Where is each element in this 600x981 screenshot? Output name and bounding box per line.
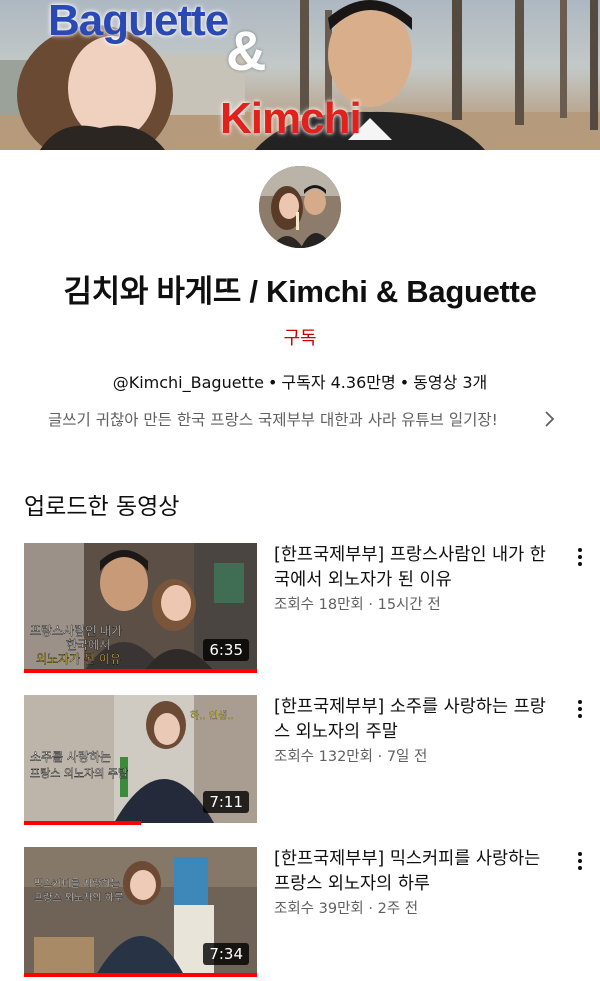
thumbnail-caption-2: 프랑스 외노자의 하루	[34, 891, 123, 904]
channel-avatar[interactable]	[259, 166, 341, 248]
watch-progress-bar	[24, 821, 141, 825]
more-vert-icon[interactable]	[568, 849, 592, 873]
subscriber-count: 구독자 4.36만명	[281, 373, 396, 392]
channel-description[interactable]: 글쓰기 귀찮아 만든 한국 프랑스 국제부부 대한과 사라 유튜브 일기장!	[48, 404, 568, 434]
channel-name: 김치와 바게뜨 / Kimchi & Baguette	[63, 274, 537, 309]
watch-progress-bar	[24, 973, 257, 977]
more-vert-icon[interactable]	[568, 545, 592, 569]
video-duration: 7:11	[203, 791, 249, 813]
channel-meta: @Kimchi_Baguette • 구독자 4.36만명 • 동영상 3개	[0, 369, 600, 393]
video-count: 동영상 3개	[413, 373, 488, 392]
avatar-image	[259, 166, 341, 248]
thumbnail-caption-3: 외노자가 된 이유	[36, 652, 121, 666]
thumbnail-caption-3: 하.. 인생..	[190, 709, 234, 722]
view-count: 조회수 18만회	[274, 597, 364, 613]
video-thumbnail[interactable]: 소주를 사랑하는 프랑스 외노자의 주말 하.. 인생.. 7:11	[24, 695, 257, 823]
channel-banner: Baguette & Kimchi	[0, 0, 600, 150]
video-title[interactable]: [한프국제부부] 믹스커피를 사랑하는 프랑스 외노자의 하루	[274, 847, 560, 897]
description-text: 글쓰기 귀찮아 만든 한국 프랑스 국제부부 대한과 사라 유튜브 일기장!	[48, 411, 498, 429]
watch-progress-bar	[24, 669, 257, 673]
chevron-right-icon	[545, 411, 555, 427]
video-thumbnail[interactable]: 믹스커피를 사랑하는 프랑스 외노자의 하루 7:34	[24, 847, 257, 975]
video-thumbnail[interactable]: 프랑스사람인 내가 한국에서 외노자가 된 이유 6:35	[24, 543, 257, 671]
video-meta: 조회수 18만회 · 15시간 전	[274, 593, 564, 614]
video-title[interactable]: [한프국제부부] 프랑스사람인 내가 한국에서 외노자가 된 이유	[274, 543, 560, 593]
upload-age: 2주 전	[377, 901, 419, 917]
video-item[interactable]: 믹스커피를 사랑하는 프랑스 외노자의 하루 7:34 [한프국제부부] 믹스커…	[0, 847, 600, 979]
thumbnail-caption-2: 한국에서	[66, 638, 110, 652]
channel-handle: @Kimchi_Baguette	[112, 373, 264, 392]
meta-separator: •	[267, 373, 278, 392]
video-duration: 7:34	[203, 943, 249, 965]
banner-word-ampersand: &	[226, 19, 266, 82]
view-count: 조회수 132만회	[274, 749, 373, 765]
video-title[interactable]: [한프국제부부] 소주를 사랑하는 프랑스 외노자의 주말	[274, 695, 560, 745]
upload-age: 15시간 전	[377, 597, 441, 613]
thumbnail-caption-1: 믹스커피를 사랑하는	[34, 877, 120, 890]
thumbnail-caption-1: 소주를 사랑하는	[30, 750, 111, 764]
thumbnail-caption-2: 프랑스 외노자의 주말	[30, 767, 128, 780]
subscribe-button[interactable]: 구독	[270, 324, 330, 354]
meta-separator: ·	[368, 901, 373, 917]
upload-age: 7일 전	[386, 749, 428, 765]
meta-separator: ·	[377, 749, 383, 765]
banner-word-baguette: Baguette	[48, 0, 229, 45]
section-title: 업로드한 동영상	[24, 494, 180, 520]
video-meta: 조회수 39만회 · 2주 전	[274, 897, 564, 918]
view-count: 조회수 39만회	[274, 901, 364, 917]
thumbnail-caption-1: 프랑스사람인 내가	[30, 624, 122, 638]
video-item[interactable]: 소주를 사랑하는 프랑스 외노자의 주말 하.. 인생.. 7:11 [한프국제…	[0, 695, 600, 827]
more-vert-icon[interactable]	[568, 697, 592, 721]
meta-separator: •	[399, 373, 410, 392]
video-item[interactable]: 프랑스사람인 내가 한국에서 외노자가 된 이유 6:35 [한프국제부부] 프…	[0, 543, 600, 675]
video-duration: 6:35	[203, 639, 249, 661]
meta-separator: ·	[368, 597, 373, 613]
banner-word-kimchi: Kimchi	[220, 94, 362, 143]
video-meta: 조회수 132만회 · 7일 전	[274, 745, 564, 766]
